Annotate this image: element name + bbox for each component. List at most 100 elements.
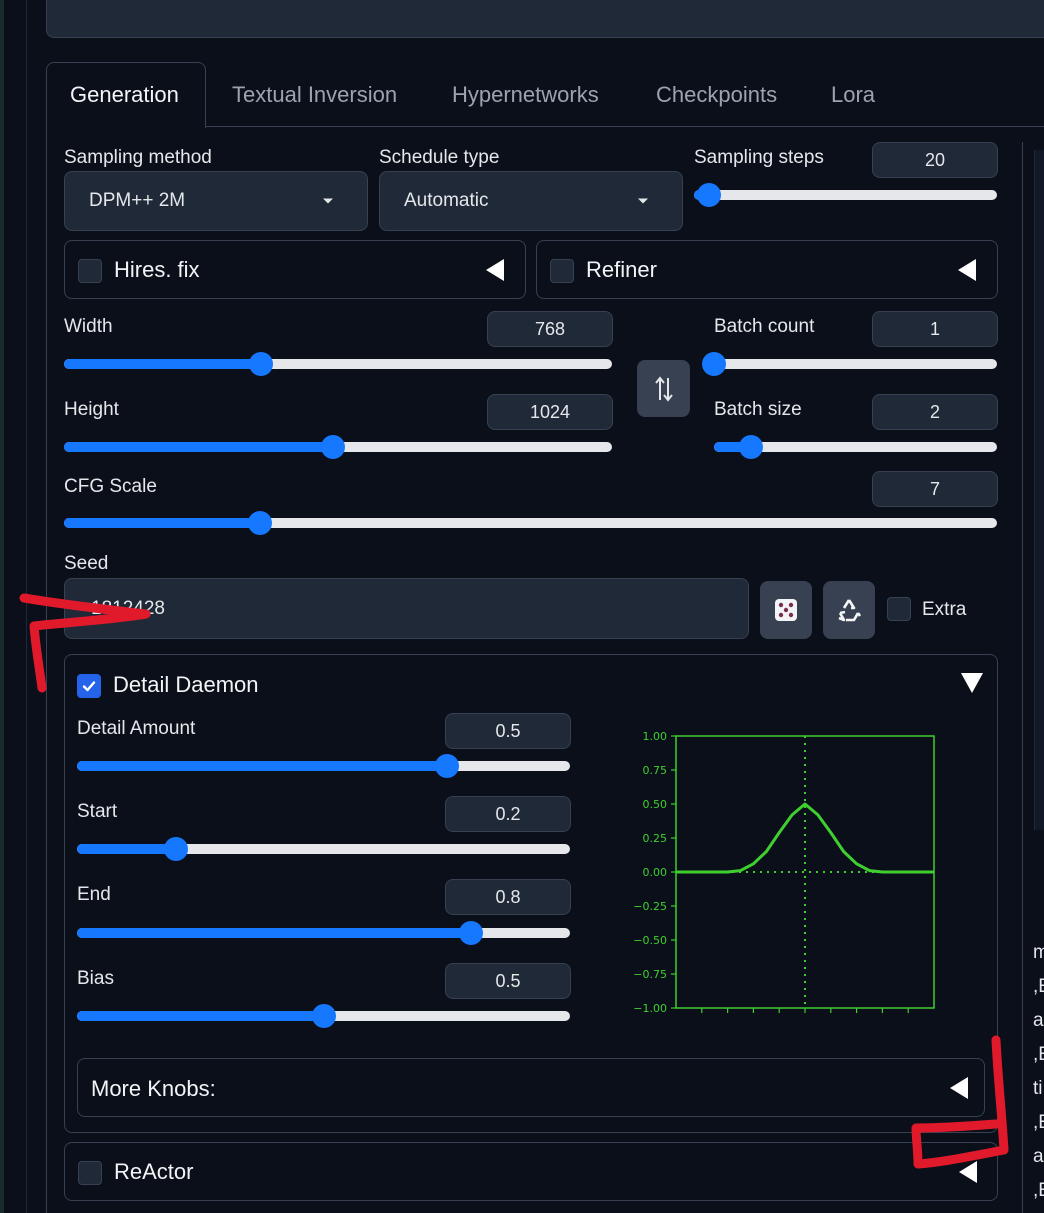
prompt-area[interactable] — [46, 0, 1044, 38]
batch-size-slider[interactable] — [714, 435, 997, 459]
right-preview — [1034, 150, 1044, 830]
hires-fix-accordion[interactable]: Hires. fix — [64, 240, 526, 299]
collapse-arrow-icon[interactable] — [959, 1161, 977, 1183]
sampling-steps-input[interactable]: 20 — [872, 142, 998, 178]
right-text-line: m — [1033, 942, 1044, 963]
bias-label: Bias — [77, 968, 114, 989]
slider-fill — [64, 442, 333, 452]
extra-checkbox[interactable] — [887, 597, 911, 621]
window-divider — [26, 0, 27, 1213]
slider-thumb[interactable] — [311, 1004, 336, 1028]
slider-thumb[interactable] — [697, 183, 722, 207]
height-label: Height — [64, 399, 119, 420]
slider-thumb[interactable] — [320, 435, 345, 459]
end-slider[interactable] — [77, 921, 570, 945]
schedule-type-dropdown[interactable]: Automatic — [379, 171, 683, 231]
tab-checkpoints[interactable]: Checkpoints — [656, 82, 777, 108]
sampling-steps-slider[interactable] — [694, 183, 997, 207]
slider-fill — [64, 518, 260, 528]
start-label: Start — [77, 801, 118, 822]
refiner-checkbox[interactable] — [550, 259, 574, 283]
slider-fill — [77, 761, 447, 771]
more-knobs-accordion[interactable]: More Knobs: — [77, 1058, 985, 1117]
detail-amount-label: Detail Amount — [77, 718, 196, 739]
height-slider[interactable] — [64, 435, 612, 459]
detail-amount-input[interactable]: 0.5 — [445, 713, 571, 749]
sampling-method-value: DPM++ 2M — [89, 190, 186, 211]
batch-count-slider[interactable] — [702, 352, 997, 376]
more-knobs-label: More Knobs: — [91, 1076, 216, 1101]
cfg-scale-label: CFG Scale — [64, 476, 157, 497]
tab-generation[interactable]: Generation — [70, 82, 179, 108]
expand-arrow-icon[interactable] — [961, 673, 983, 693]
sampling-method-dropdown[interactable]: DPM++ 2M — [64, 171, 368, 231]
batch-count-label: Batch count — [714, 316, 815, 337]
tab-textual-inversion[interactable]: Textual Inversion — [232, 82, 397, 108]
width-input[interactable]: 768 — [487, 311, 613, 347]
y-tick-label: −1.00 — [633, 1002, 667, 1015]
checkmark-icon — [82, 681, 96, 692]
width-label: Width — [64, 316, 113, 337]
cfg-scale-slider[interactable] — [64, 511, 997, 535]
batch-size-label: Batch size — [714, 399, 802, 420]
slider-fill — [64, 359, 262, 369]
chevron-down-icon — [323, 198, 333, 204]
slider-thumb[interactable] — [247, 511, 272, 535]
seed-input[interactable]: 1812428 — [64, 578, 749, 639]
random-seed-button[interactable] — [760, 581, 812, 639]
y-tick-label: 1.00 — [643, 730, 668, 743]
collapse-arrow-icon[interactable] — [958, 259, 976, 281]
window-border — [0, 0, 4, 1213]
hires-fix-checkbox[interactable] — [78, 259, 102, 283]
reactor-accordion[interactable]: ReActor — [64, 1142, 998, 1201]
swap-dimensions-button[interactable] — [637, 360, 690, 417]
collapse-arrow-icon[interactable] — [486, 259, 504, 281]
y-tick-label: 0.50 — [643, 798, 668, 811]
detail-amount-slider[interactable] — [77, 754, 570, 778]
y-tick-label: 0.25 — [643, 832, 668, 845]
recycle-icon — [838, 599, 862, 622]
tab-hypernetworks[interactable]: Hypernetworks — [452, 82, 599, 108]
detail-daemon-checkbox[interactable] — [77, 674, 101, 698]
bias-input[interactable]: 0.5 — [445, 963, 571, 999]
right-text-line: ,E — [1033, 1112, 1044, 1133]
start-input[interactable]: 0.2 — [445, 796, 571, 832]
bias-slider[interactable] — [77, 1004, 570, 1028]
refiner-label: Refiner — [586, 257, 657, 282]
seed-label: Seed — [64, 553, 109, 574]
slider-thumb[interactable] — [738, 435, 763, 459]
refiner-accordion[interactable]: Refiner — [536, 240, 998, 299]
width-slider[interactable] — [64, 352, 612, 376]
collapse-arrow-icon[interactable] — [950, 1077, 968, 1099]
sampling-method-label: Sampling method — [64, 147, 212, 168]
y-tick-label: 0.00 — [643, 866, 668, 879]
right-text-line: ,E — [1033, 1180, 1044, 1201]
end-input[interactable]: 0.8 — [445, 879, 571, 915]
slider-thumb[interactable] — [702, 352, 726, 376]
reactor-checkbox[interactable] — [78, 1161, 102, 1185]
slider-fill — [77, 1011, 324, 1021]
y-tick-label: −0.50 — [633, 934, 667, 947]
extra-label: Extra — [922, 599, 967, 620]
y-tick-label: 0.75 — [643, 764, 668, 777]
schedule-type-label: Schedule type — [379, 147, 500, 168]
slider-fill — [77, 844, 176, 854]
slider-thumb[interactable] — [434, 754, 459, 778]
slider-fill — [77, 928, 472, 938]
batch-size-input[interactable]: 2 — [872, 394, 998, 430]
reuse-seed-button[interactable] — [823, 581, 875, 639]
slider-thumb[interactable] — [163, 837, 188, 861]
batch-count-input[interactable]: 1 — [872, 311, 998, 347]
height-input[interactable]: 1024 — [487, 394, 613, 430]
start-slider[interactable] — [77, 837, 570, 861]
y-tick-label: −0.75 — [633, 968, 667, 981]
cfg-scale-input[interactable]: 7 — [872, 471, 998, 507]
end-label: End — [77, 884, 111, 905]
dice-icon — [775, 599, 797, 621]
right-text-line: a — [1033, 1146, 1044, 1167]
tab-lora[interactable]: Lora — [831, 82, 875, 108]
right-text-line: ti — [1033, 1078, 1043, 1099]
schedule-type-value: Automatic — [404, 190, 489, 211]
reactor-label: ReActor — [114, 1159, 194, 1184]
detail-daemon-title: Detail Daemon — [113, 672, 259, 697]
